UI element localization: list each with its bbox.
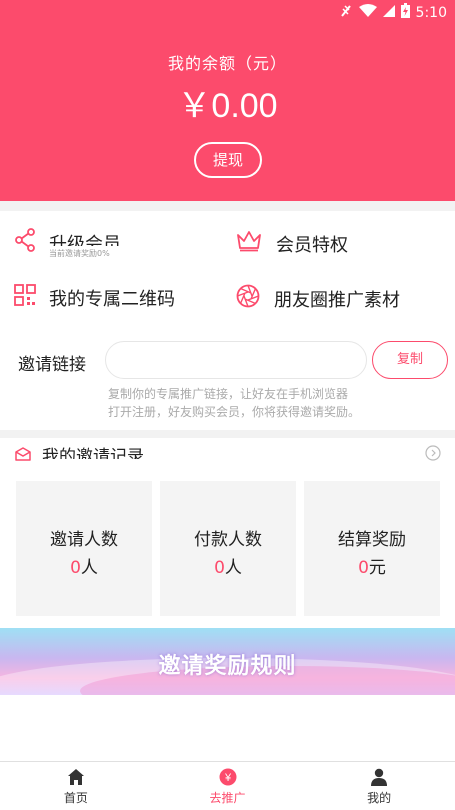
- invite-records-title: 我的邀请记录: [42, 447, 144, 459]
- member-privilege-item[interactable]: 会员特权: [236, 230, 348, 257]
- tab-home[interactable]: 首页: [0, 762, 152, 810]
- invite-hint-line1: 复制你的专属推广链接，让好友在手机浏览器: [108, 387, 349, 401]
- stat-paid-count: 付款人数 0人: [160, 481, 296, 616]
- share-icon: [14, 228, 36, 257]
- svg-text:¥: ¥: [223, 772, 231, 784]
- withdraw-button[interactable]: 提现: [194, 142, 262, 178]
- aperture-icon: [236, 284, 260, 313]
- invite-link-input[interactable]: [105, 341, 367, 379]
- record-envelope-icon: [15, 446, 31, 465]
- user-icon: [370, 767, 388, 787]
- crown-icon: [236, 230, 262, 257]
- status-bar: 5:10: [0, 0, 455, 25]
- invite-hint-line2: 打开注册，好友购买会员，你将获得邀请奖励。: [108, 405, 361, 419]
- copy-button[interactable]: 复制: [372, 341, 448, 379]
- divider: [0, 430, 455, 438]
- balance-title: 我的余额（元）: [167, 54, 287, 73]
- balance-amount: ￥0.00: [177, 87, 278, 125]
- invite-link-label: 邀请链接: [18, 355, 86, 375]
- moments-material-item[interactable]: 朋友圈推广素材: [236, 284, 400, 313]
- qrcode-icon: [14, 284, 36, 311]
- qrcode-item[interactable]: 我的专属二维码: [14, 284, 175, 311]
- status-time: 5:10: [415, 4, 447, 21]
- balance-header: 5:10 我的余额（元） ￥0.00 提现: [0, 0, 455, 201]
- signal-muted-icon: [339, 4, 353, 22]
- moments-material-label: 朋友圈推广素材: [274, 289, 400, 311]
- cell-signal-icon: [382, 4, 395, 22]
- upgrade-member-sub: 当前邀请奖励0%: [49, 249, 110, 258]
- upgrade-member-label: 升级会员: [49, 233, 121, 246]
- banner-title: 邀请奖励规则: [158, 654, 297, 679]
- stat-invited-count: 邀请人数 0人: [16, 481, 152, 616]
- reward-rules-banner[interactable]: 邀请奖励规则: [0, 628, 455, 695]
- promotion-page: 5:10 我的余额（元） ￥0.00 提现 升级会员 当前邀请奖励0% 会员特权: [0, 0, 455, 810]
- wifi-icon: [358, 3, 377, 22]
- stat-settled-reward: 结算奖励 0元: [304, 481, 440, 616]
- member-privilege-label: 会员特权: [276, 234, 348, 256]
- qrcode-label: 我的专属二维码: [49, 288, 175, 310]
- bottom-tab-bar: 首页 ¥ 去推广 我的: [0, 761, 455, 810]
- yen-coin-icon: ¥: [219, 767, 237, 787]
- battery-charging-icon: [400, 3, 410, 22]
- chevron-right-icon[interactable]: [425, 445, 441, 465]
- tab-mine[interactable]: 我的: [303, 762, 455, 810]
- divider: [0, 201, 455, 211]
- tab-promote[interactable]: ¥ 去推广: [152, 762, 304, 810]
- home-icon: [67, 767, 85, 787]
